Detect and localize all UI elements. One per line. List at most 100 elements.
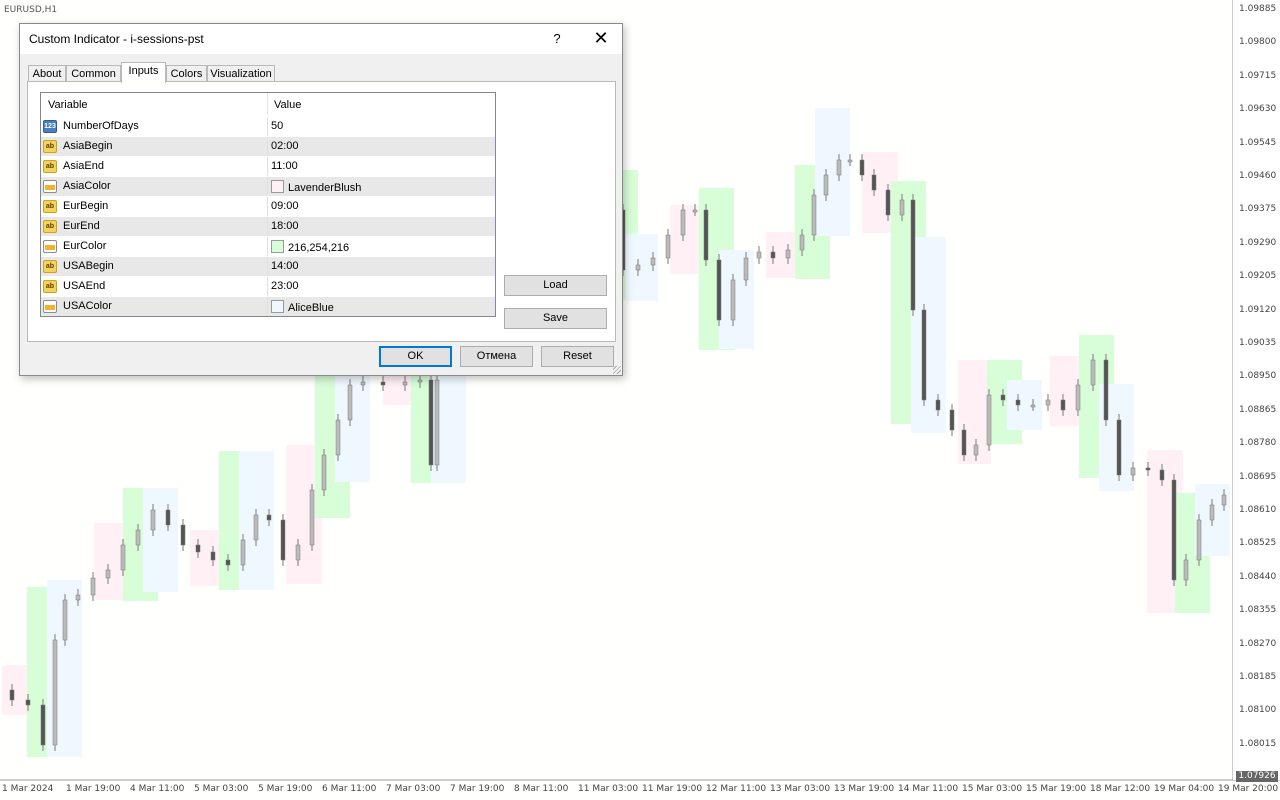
input-variable-name: EurColor [63,240,107,252]
session-box [719,250,754,349]
input-row[interactable]: 123 NumberOfDays 50 [41,116,495,137]
candle-body [949,409,955,431]
input-value-cell[interactable]: 14:00 [271,260,299,272]
session-box [190,530,220,586]
price-tick-label: 1.09545 [1239,137,1277,148]
input-variable-name: AsiaBegin [63,140,113,152]
price-tick-label: 1.09800 [1239,37,1277,48]
candle-body [240,539,246,566]
price-tick-label: 1.09885 [1239,4,1277,14]
candle-body [692,209,698,213]
cell-divider [267,157,268,177]
time-tick-label: 19 Mar 04:00 [1154,784,1215,794]
input-value-cell[interactable]: 09:00 [271,200,299,212]
tab-visualization[interactable]: Visualization [207,65,275,82]
time-tick-label: 7 Mar 03:00 [386,784,441,794]
price-tick-label: 1.08950 [1239,371,1277,382]
input-row[interactable]: ab AsiaBegin 02:00 [41,136,495,157]
custom-indicator-dialog: Custom Indicator - i-sessions-pst ? ✕ Ab… [19,23,623,376]
input-value-cell[interactable]: 23:00 [271,280,299,292]
candle-body [986,394,992,446]
candle-body [961,429,967,456]
candle-body [40,704,46,746]
candle-body [730,279,736,321]
load-button[interactable]: Load [504,275,607,296]
input-value-cell[interactable]: 18:00 [271,220,299,232]
inputs-panel: Variable Value 123 NumberOfDays 50 ab AsiaBe… [27,81,616,342]
input-value-cell[interactable]: 02:00 [271,140,299,152]
input-row[interactable]: ab USABegin 14:00 [41,256,495,277]
candle-body [1075,384,1081,411]
resize-grip-icon[interactable] [613,366,621,374]
tab-inputs[interactable]: Inputs [121,62,166,83]
cell-divider [267,117,268,137]
column-divider[interactable] [267,93,268,115]
candle-body [935,399,941,411]
reset-button[interactable]: Reset [541,346,614,367]
candle-body [811,194,817,236]
candle-body [1145,467,1151,471]
candle-body [1159,469,1165,481]
session-box [94,523,125,600]
candle-body [266,514,272,521]
input-value-cell[interactable]: LavenderBlush [271,180,361,194]
price-tick-label: 1.08865 [1239,404,1277,415]
input-value-cell[interactable]: 50 [271,120,283,132]
input-row[interactable]: ab EurBegin 09:00 [41,196,495,217]
input-row[interactable]: ab EurEnd 18:00 [41,216,495,237]
candle-body [210,551,216,561]
color-swatch[interactable] [271,180,284,193]
price-tick-label: 1.08185 [1239,672,1277,682]
price-tick-label: 1.08695 [1239,471,1277,482]
close-icon[interactable]: ✕ [590,29,612,49]
input-row[interactable]: AsiaColor LavenderBlush [41,176,495,197]
save-button[interactable]: Save [504,308,607,329]
input-row[interactable]: ab AsiaEnd 11:00 [41,156,495,177]
tab-colors[interactable]: Colors [166,65,207,82]
candle-body [428,379,434,466]
candle-body [910,199,916,311]
candle-body [1000,394,1006,401]
input-row[interactable]: USAColor AliceBlue [41,296,495,316]
input-value: 50 [271,120,284,132]
string-icon: ab [43,220,57,233]
price-tick-label: 1.08440 [1239,571,1277,582]
session-box [911,237,946,433]
help-button[interactable]: ? [548,30,566,48]
price-tick-label: 1.08270 [1239,638,1277,649]
cancel-button[interactable]: Отмена [460,346,533,367]
input-value-cell[interactable]: 11:00 [271,160,298,172]
input-value-cell[interactable]: AliceBlue [271,300,334,314]
ok-button[interactable]: OK [379,346,452,367]
tab-about[interactable]: About [28,65,66,82]
string-icon: ab [43,280,57,293]
time-tick-label: 1 Mar 2024 [2,784,54,794]
price-tick-label: 1.09630 [1239,104,1277,115]
column-header-variable[interactable]: Variable [48,99,88,111]
color-swatch[interactable] [271,240,284,253]
time-tick-label: 8 Mar 11:00 [514,784,569,794]
input-value: LavenderBlush [288,182,362,194]
dialog-titlebar[interactable]: Custom Indicator - i-sessions-pst ? ✕ [20,24,622,54]
color-swatch[interactable] [271,300,284,313]
time-tick-label: 7 Mar 19:00 [450,784,505,794]
time-tick-label: 14 Mar 11:00 [898,784,959,794]
cell-divider [267,137,268,157]
input-row[interactable]: ab USAEnd 23:00 [41,276,495,297]
candle-body [785,249,791,259]
candle-body [770,251,776,259]
string-icon: ab [43,160,57,173]
time-tick-label: 19 Mar 20:00 [1218,784,1279,794]
input-row[interactable]: EurColor 216,254,216 [41,236,495,257]
candle-body [75,594,81,601]
input-value-cell[interactable]: 216,254,216 [271,240,349,254]
time-tick-label: 12 Mar 11:00 [706,784,767,794]
tab-common[interactable]: Common [66,65,121,82]
input-variable-name: EurBegin [63,200,109,212]
candle-body [417,379,423,383]
dialog-title: Custom Indicator - i-sessions-pst [29,32,204,46]
candle-body [921,309,927,401]
column-header-value[interactable]: Value [274,99,301,111]
time-tick-label: 1 Mar 19:00 [66,784,121,794]
number-icon: 123 [43,120,57,133]
